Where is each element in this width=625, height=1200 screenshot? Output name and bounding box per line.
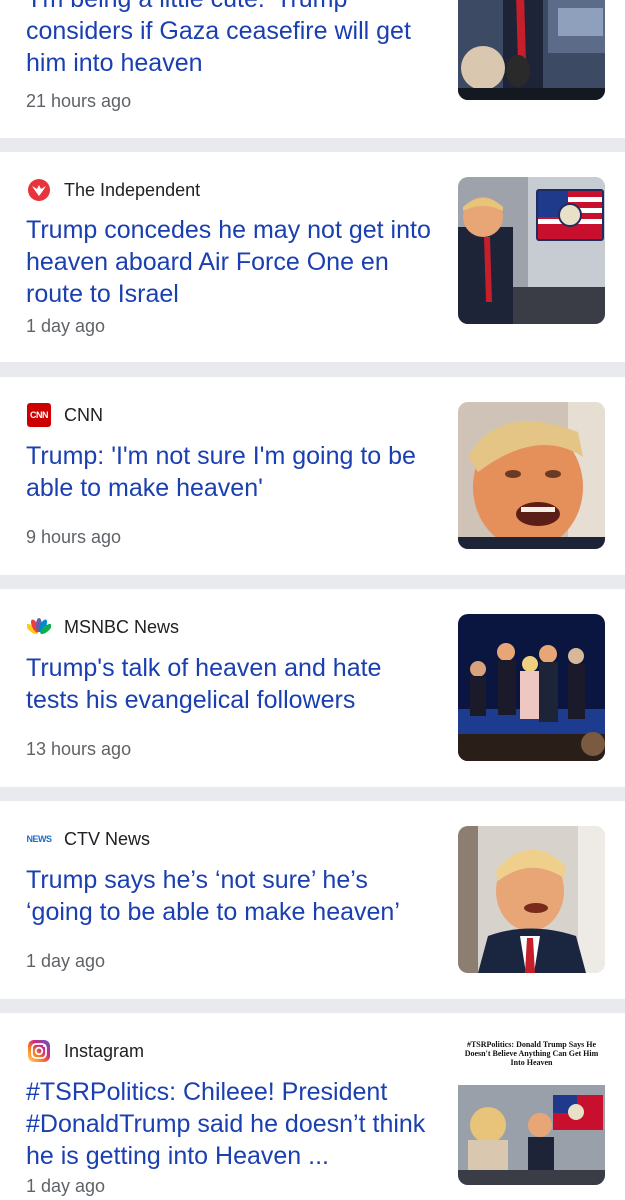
source-name: The Independent	[64, 179, 201, 200]
article-headline[interactable]: Trump says he’s ‘not sure’ he’s ‘going t…	[26, 864, 438, 928]
article-headline[interactable]: Trump concedes he may not get into heave…	[26, 214, 438, 310]
source-name: Instagram	[64, 1040, 145, 1061]
news-card[interactable]: Instagram #TSRPolitics: Chileee! Preside…	[0, 1013, 625, 1200]
article-source[interactable]: The Independent	[26, 177, 200, 203]
article-thumbnail[interactable]	[458, 0, 605, 100]
article-source[interactable]: CNN CNN	[26, 402, 103, 428]
source-name: CTV News	[64, 828, 151, 849]
article-headline[interactable]: Trump: 'I'm not sure I'm going to be abl…	[26, 440, 438, 504]
article-headline[interactable]: Trump's talk of heaven and hate tests hi…	[26, 652, 438, 716]
article-source[interactable]: NEWS CTV News	[26, 826, 151, 852]
trump-closeup-photo-icon	[458, 402, 605, 549]
news-card[interactable]: NEWS CTV News Trump says he’s ‘not sure’…	[0, 801, 625, 999]
cnn-logo-icon: CNN	[26, 402, 52, 428]
ctv-news-icon: NEWS	[26, 826, 53, 852]
news-card[interactable]: The Independent Trump concedes he may no…	[0, 152, 625, 362]
instagram-icon	[26, 1038, 52, 1064]
article-time: 1 day ago	[26, 951, 106, 971]
article-source[interactable]: Instagram	[26, 1038, 144, 1064]
article-headline[interactable]: #TSRPolitics: Chileee! President #Donald…	[26, 1076, 438, 1172]
cnn-logo-text: CNN	[27, 403, 51, 427]
news-card[interactable]: CNN CNN Trump: 'I'm not sure I'm going t…	[0, 377, 625, 575]
source-name: CNN	[64, 404, 103, 425]
news-card[interactable]: 'I'm being a little cute.' Trump conside…	[0, 0, 625, 138]
tsr-post-photo-icon	[458, 1085, 605, 1185]
article-thumbnail[interactable]: #TSRPolitics: Donald Trump Says He Doesn…	[458, 1038, 605, 1185]
news-card[interactable]: MSNBC News Trump's talk of heaven and ha…	[0, 589, 625, 787]
article-headline[interactable]: 'I'm being a little cute.' Trump conside…	[26, 0, 438, 79]
article-time: 1 day ago	[26, 316, 106, 336]
article-source[interactable]: MSNBC News	[26, 614, 179, 640]
thumbnail-caption: #TSRPolitics: Donald Trump Says He Doesn…	[464, 1040, 599, 1067]
article-time: 1 day ago	[26, 1176, 106, 1196]
article-thumbnail[interactable]	[458, 826, 605, 973]
article-time: 13 hours ago	[26, 739, 132, 759]
source-name: MSNBC News	[64, 616, 180, 637]
trump-air-force-one-photo-icon	[458, 177, 605, 324]
nbc-peacock-icon	[26, 614, 52, 640]
ctv-logo-text: NEWS	[26, 834, 53, 844]
trump-press-photo-icon	[458, 0, 605, 100]
article-thumbnail[interactable]	[458, 402, 605, 549]
trump-smiling-photo-icon	[458, 826, 605, 973]
independent-eagle-icon	[26, 177, 52, 203]
article-thumbnail[interactable]	[458, 614, 605, 761]
stage-group-photo-icon	[458, 614, 605, 761]
article-thumbnail[interactable]	[458, 177, 605, 324]
article-time: 21 hours ago	[26, 91, 132, 111]
article-time: 9 hours ago	[26, 527, 122, 547]
